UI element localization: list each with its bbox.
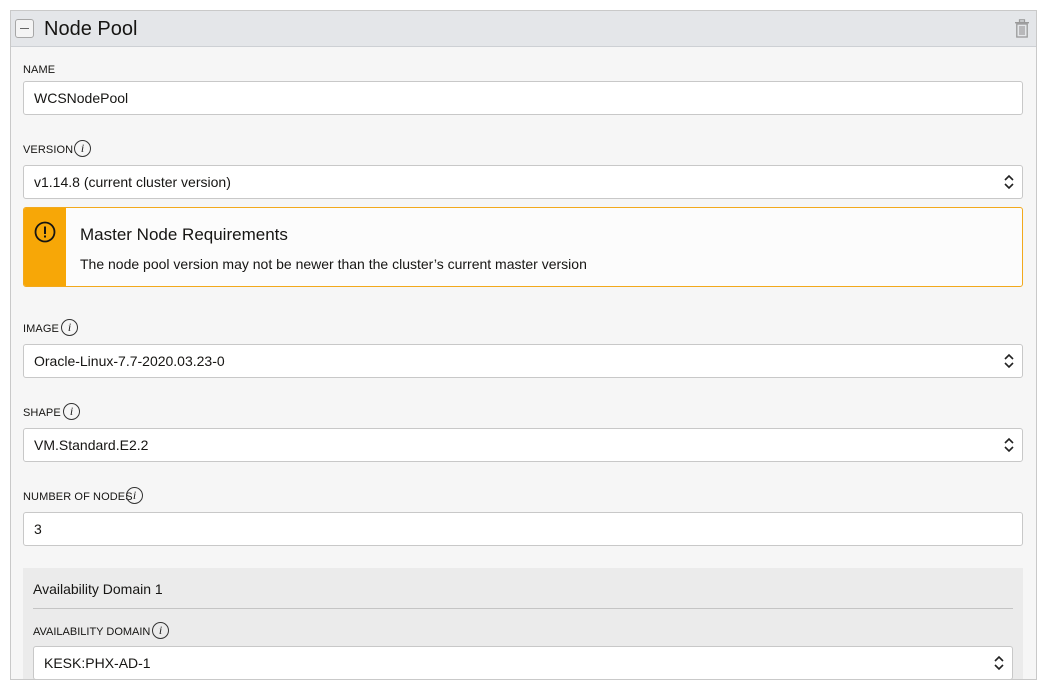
image-select[interactable]: Oracle-Linux-7.7-2020.03.23-0 <box>23 344 1023 378</box>
warning-title: Master Node Requirements <box>80 225 288 244</box>
availability-domain-title: Availability Domain 1 <box>33 581 163 597</box>
shape-select[interactable]: VM.Standard.E2.2 <box>23 428 1023 462</box>
availability-domain-value: KESK:PHX-AD-1 <box>44 655 151 671</box>
nodes-label: NUMBER OF NODES <box>23 491 133 503</box>
shape-select-value: VM.Standard.E2.2 <box>34 437 149 453</box>
name-label: NAME <box>23 64 56 76</box>
shape-info-icon[interactable]: i <box>63 403 80 420</box>
image-label: IMAGE <box>23 323 59 335</box>
version-select-value: v1.14.8 (current cluster version) <box>34 174 231 190</box>
select-arrows-icon <box>1004 353 1014 369</box>
nodes-info-icon[interactable]: i <box>126 487 143 504</box>
divider <box>33 608 1013 609</box>
version-info-icon[interactable]: i <box>74 140 91 157</box>
warning-text: The node pool version may not be newer t… <box>80 256 587 272</box>
exclamation-circle-icon <box>34 221 56 243</box>
availability-info-icon[interactable]: i <box>152 622 169 639</box>
version-select[interactable]: v1.14.8 (current cluster version) <box>23 165 1023 199</box>
availability-domain-label: AVAILABILITY DOMAIN <box>33 626 151 638</box>
select-arrows-icon <box>1004 437 1014 453</box>
collapse-button[interactable] <box>15 19 34 38</box>
image-info-icon[interactable]: i <box>61 319 78 336</box>
nodes-input[interactable]: 3 <box>23 512 1023 546</box>
version-label: VERSION <box>23 144 74 156</box>
panel-header: Node Pool <box>11 11 1036 47</box>
panel-title: Node Pool <box>44 18 138 40</box>
image-select-value: Oracle-Linux-7.7-2020.03.23-0 <box>34 353 225 369</box>
trash-icon[interactable] <box>1014 19 1030 38</box>
node-pool-panel: Node Pool NAME WCSNodePool VERSION i v1.… <box>10 10 1037 680</box>
select-arrows-icon <box>1004 174 1014 190</box>
name-input[interactable]: WCSNodePool <box>23 81 1023 115</box>
master-node-warning: Master Node Requirements The node pool v… <box>23 207 1023 287</box>
shape-label: SHAPE <box>23 407 61 419</box>
availability-domain-section: Availability Domain 1 AVAILABILITY DOMAI… <box>23 568 1023 679</box>
warning-strip <box>24 208 66 286</box>
select-arrows-icon <box>994 655 1004 671</box>
